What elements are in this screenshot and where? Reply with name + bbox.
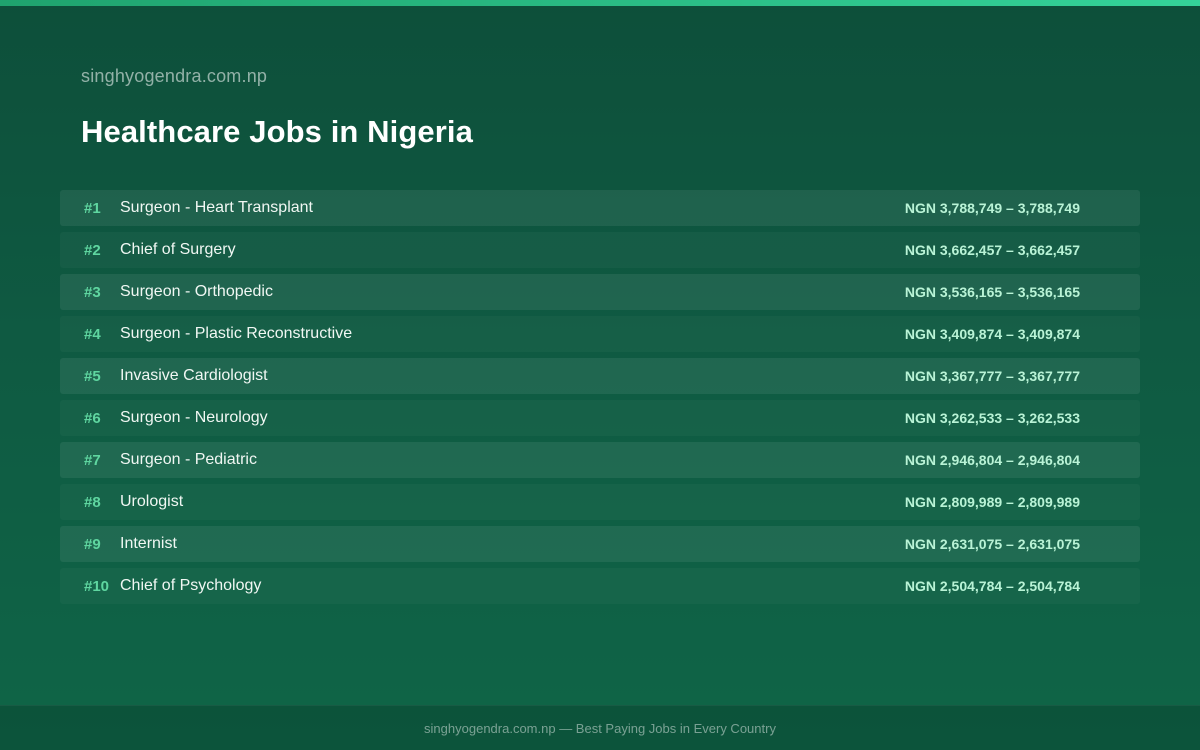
footer-text: singhyogendra.com.np — Best Paying Jobs … [424, 721, 776, 736]
job-title: Surgeon - Plastic Reconstructive [120, 325, 353, 342]
job-row: #1 Surgeon - Heart Transplant NGN 3,788,… [60, 190, 1140, 226]
job-rank: #6 [84, 409, 101, 427]
job-salary: NGN 3,662,457 – 3,662,457 [904, 242, 1080, 258]
job-rank: #9 [84, 535, 101, 553]
job-rank: #8 [84, 493, 101, 511]
job-row: #5 Invasive Cardiologist NGN 3,367,777 –… [60, 358, 1140, 394]
job-row: #6 Surgeon - Neurology NGN 3,262,533 – 3… [60, 400, 1140, 436]
job-rank: #7 [84, 451, 101, 469]
job-title: Chief of Psychology [120, 577, 262, 594]
job-salary: NGN 3,788,749 – 3,788,749 [904, 200, 1080, 216]
job-title: Urologist [120, 493, 184, 510]
job-salary: NGN 3,409,874 – 3,409,874 [904, 326, 1080, 342]
job-salary: NGN 3,367,777 – 3,367,777 [904, 368, 1080, 384]
job-salary: NGN 2,809,989 – 2,809,989 [904, 494, 1080, 510]
job-salary: NGN 3,262,533 – 3,262,533 [904, 410, 1080, 426]
job-title: Surgeon - Orthopedic [120, 283, 273, 300]
footer: singhyogendra.com.np — Best Paying Jobs … [0, 705, 1200, 750]
job-title: Chief of Surgery [120, 241, 236, 258]
job-row: #9 Internist NGN 2,631,075 – 2,631,075 [60, 526, 1140, 562]
job-rank: #4 [84, 325, 101, 343]
job-row: #3 Surgeon - Orthopedic NGN 3,536,165 – … [60, 274, 1140, 310]
job-rank: #3 [84, 283, 101, 301]
job-title: Internist [120, 535, 177, 552]
job-rank: #1 [84, 199, 101, 217]
job-row: #8 Urologist NGN 2,809,989 – 2,809,989 [60, 484, 1140, 520]
job-rank: #10 [84, 577, 110, 595]
job-salary: NGN 3,536,165 – 3,536,165 [904, 284, 1080, 300]
site-name: singhyogendra.com.np [81, 66, 268, 86]
job-title: Surgeon - Heart Transplant [120, 199, 313, 216]
page-title: Healthcare Jobs in Nigeria [81, 114, 473, 149]
job-rank: #2 [84, 241, 101, 259]
job-title: Surgeon - Pediatric [120, 451, 257, 468]
job-salary: NGN 2,631,075 – 2,631,075 [904, 536, 1080, 552]
job-title: Surgeon - Neurology [120, 409, 268, 426]
job-row: #7 Surgeon - Pediatric NGN 2,946,804 – 2… [60, 442, 1140, 478]
job-rank: #5 [84, 367, 101, 385]
job-list: #1 Surgeon - Heart Transplant NGN 3,788,… [60, 190, 1140, 610]
job-title: Invasive Cardiologist [120, 367, 268, 384]
job-row: #2 Chief of Surgery NGN 3,662,457 – 3,66… [60, 232, 1140, 268]
job-row: #4 Surgeon - Plastic Reconstructive NGN … [60, 316, 1140, 352]
top-accent-bar [0, 0, 1200, 6]
job-row: #10 Chief of Psychology NGN 2,504,784 – … [60, 568, 1140, 604]
job-salary: NGN 2,946,804 – 2,946,804 [904, 452, 1080, 468]
job-salary: NGN 2,504,784 – 2,504,784 [904, 578, 1080, 594]
